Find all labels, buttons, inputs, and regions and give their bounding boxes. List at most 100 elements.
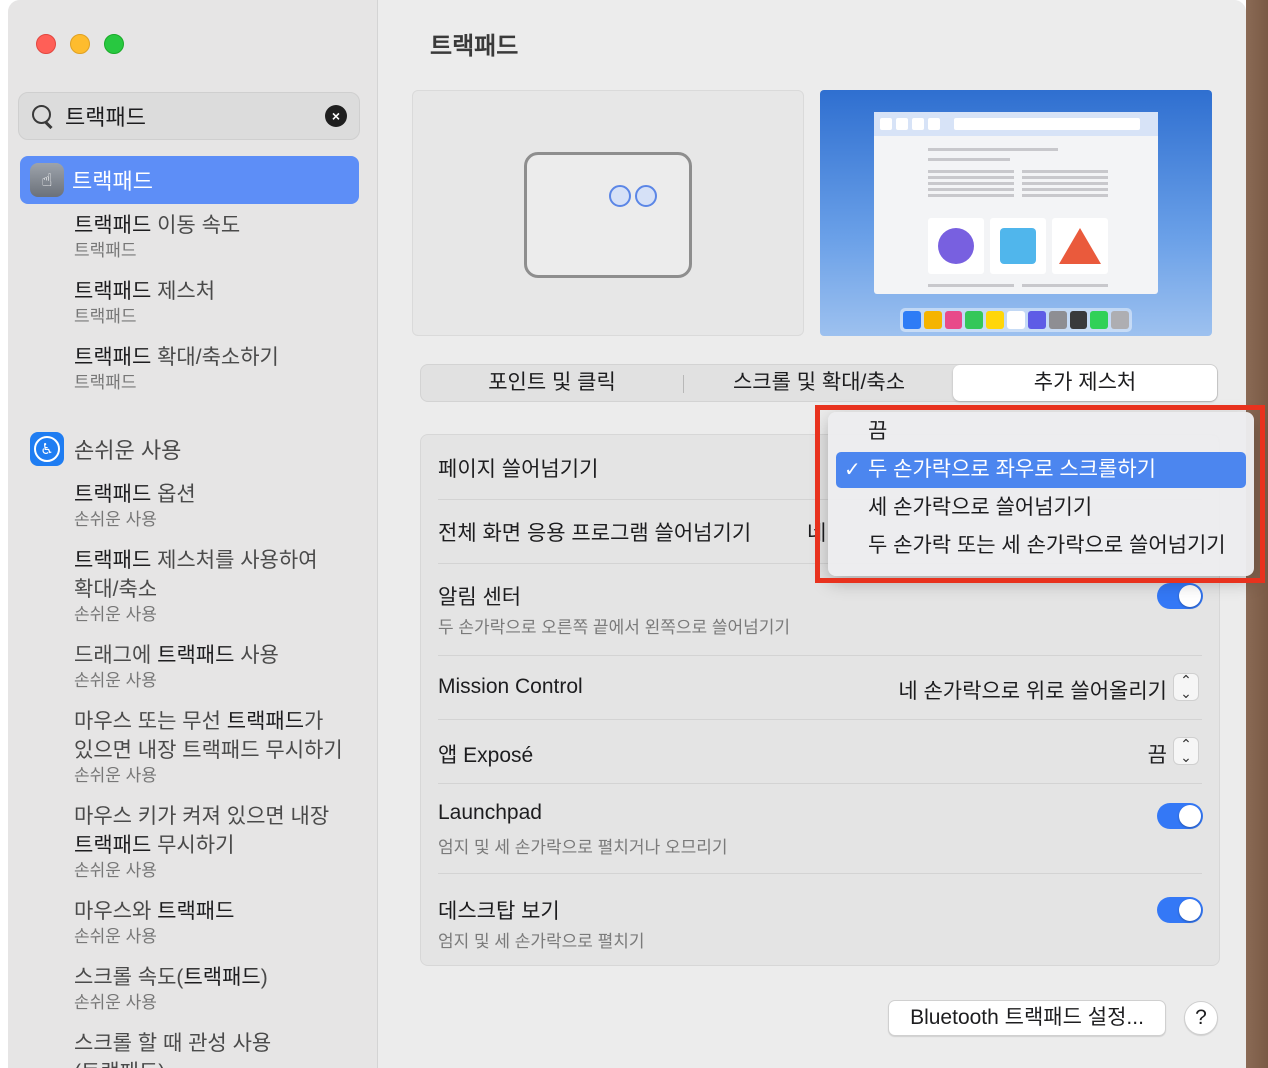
tab-scroll-and-zoom[interactable]: 스크롤 및 확대/축소 — [687, 365, 951, 401]
row-launchpad: Launchpad 엄지 및 세 손가락으로 펼치거나 오므리기 — [421, 783, 1219, 873]
row-label: 알림 센터 — [438, 586, 522, 609]
tab-more-gestures[interactable]: 추가 제스처 — [953, 365, 1217, 401]
chevron-up-down-icon[interactable]: ⌃ ⌄ — [1173, 737, 1199, 765]
row-description: 엄지 및 세 손가락으로 펼치기 — [438, 932, 645, 951]
menu-item-off[interactable]: 끔 — [836, 414, 1246, 450]
search-result-trackpad-gestures[interactable]: 트랙패드 제스처 트랙패드 — [74, 277, 364, 328]
row-label: Mission Control — [438, 675, 583, 698]
search-input[interactable]: 트랙패드 — [65, 100, 146, 132]
search-result-drag-trackpad[interactable]: 드래그에 트랙패드 사용 손쉬운 사용 — [74, 641, 364, 692]
search-result-scroll-inertia[interactable]: 스크롤 할 때 관성 사용 (트랙패드) — [74, 1029, 364, 1068]
result-subtitle: 손쉬운 사용 — [74, 766, 157, 785]
search-field[interactable]: 트랙패드 × — [18, 92, 360, 140]
result-title-match: 트랙패드 — [226, 710, 305, 733]
result-title: 확대/축소하기 — [151, 346, 279, 369]
search-result-zoom-with-gestures[interactable]: 트랙패드 제스처를 사용하여 확대/축소 손쉬운 사용 — [74, 546, 364, 626]
sidebar: 트랙패드 × ☝ 트랙패드 트랙패드 이동 속도 트랙패드 트랙패드 제스처 트… — [8, 0, 378, 1068]
menu-item-two-finger-scroll[interactable]: ✓ 두 손가락으로 좌우로 스크롤하기 — [836, 452, 1246, 488]
bluetooth-trackpad-setup-button[interactable]: Bluetooth 트랙패드 설정... — [888, 1000, 1166, 1036]
show-desktop-toggle[interactable] — [1157, 897, 1203, 923]
search-result-mouse-and-trackpad[interactable]: 마우스와 트랙패드 손쉬운 사용 — [74, 897, 364, 948]
checkmark-icon: ✓ — [844, 459, 861, 481]
accessibility-icon: ♿ — [30, 432, 64, 466]
row-label: 데스크탑 보기 — [438, 900, 560, 923]
result-title: 사용 — [234, 644, 279, 667]
result-title: 제스처를 사용하여 — [151, 549, 318, 572]
result-title-match: 트랙패드 — [74, 549, 152, 572]
result-title-line2: 확대/축소 — [74, 578, 158, 601]
row-app-expose: 앱 Exposé 끔 ⌃ ⌄ — [421, 719, 1219, 783]
sidebar-item-label: 손쉬운 사용 — [74, 438, 182, 463]
clear-search-icon[interactable]: × — [325, 105, 347, 127]
result-title-match: 트랙패드 — [74, 280, 152, 303]
result-subtitle: 트랙패드 — [74, 373, 137, 392]
tab-point-and-click[interactable]: 포인트 및 클릭 — [421, 365, 683, 401]
zoom-window-button[interactable] — [104, 34, 124, 54]
trackpad-illustration — [524, 152, 692, 278]
preview-window-illustration — [874, 112, 1158, 294]
popup-value[interactable]: 네 — [807, 517, 826, 547]
notification-center-toggle[interactable] — [1157, 583, 1203, 609]
result-subtitle: 손쉬운 사용 — [74, 993, 157, 1012]
search-result-scroll-speed[interactable]: 스크롤 속도(트랙패드) 손쉬운 사용 — [74, 963, 364, 1014]
result-title: 무시하기 — [151, 834, 235, 857]
menu-item-two-or-three-finger-swipe[interactable]: 두 손가락 또는 세 손가락으로 쓸어넘기기 — [836, 528, 1246, 564]
row-label: 페이지 쓸어넘기기 — [438, 458, 599, 481]
result-title-match: 트랙패드 — [157, 644, 235, 667]
sidebar-item-label: 트랙패드 — [72, 169, 153, 194]
result-subtitle: 손쉬운 사용 — [74, 861, 157, 880]
gesture-preview-video — [820, 90, 1212, 336]
row-notification-center: 알림 센터 두 손가락으로 오른쪽 끝에서 왼쪽으로 쓸어넘기기 — [421, 563, 1219, 655]
row-show-desktop: 데스크탑 보기 엄지 및 세 손가락으로 펼치기 — [421, 873, 1219, 965]
help-button[interactable]: ? — [1184, 1001, 1218, 1035]
result-title-line2: 있으면 내장 트랙패드 무시하기 — [74, 739, 343, 762]
row-description: 엄지 및 세 손가락으로 펼치거나 오므리기 — [438, 838, 728, 857]
app-expose-popup[interactable]: 끔 — [1148, 739, 1167, 769]
result-title: 스크롤 할 때 관성 사용 — [74, 1032, 272, 1055]
preview-dock-illustration — [900, 308, 1132, 332]
result-title: 스크롤 속도( — [74, 966, 184, 989]
chevron-up-down-icon[interactable]: ⌃ ⌄ — [1173, 673, 1199, 701]
result-title: 제스처 — [151, 280, 216, 303]
result-title-match: 트랙패드 — [157, 900, 235, 923]
result-title: ) — [260, 966, 268, 989]
result-title: 마우스 또는 무선 — [74, 710, 227, 733]
result-subtitle: 손쉬운 사용 — [74, 671, 157, 690]
result-subtitle: 트랙패드 — [74, 241, 137, 260]
mission-control-popup[interactable]: 네 손가락으로 위로 쓸어올리기 — [898, 675, 1167, 705]
menu-item-three-finger-swipe[interactable]: 세 손가락으로 쓸어넘기기 — [836, 490, 1246, 526]
menu-item-label: 끔 — [868, 420, 888, 443]
search-result-trackpad-zoom[interactable]: 트랙패드 확대/축소하기 트랙패드 — [74, 343, 364, 394]
row-description: 두 손가락으로 오른쪽 끝에서 왼쪽으로 쓸어넘기기 — [438, 618, 791, 637]
result-subtitle: 트랙패드 — [74, 307, 137, 326]
search-result-mouse-keys-ignore[interactable]: 마우스 키가 켜져 있으면 내장 트랙패드 무시하기 손쉬운 사용 — [74, 802, 364, 882]
finger-dot-icon — [635, 185, 657, 207]
result-title-match: 트랙패드 — [74, 214, 152, 237]
result-title: 마우스 키가 켜져 있으면 내장 — [74, 805, 330, 828]
result-title: 옵션 — [151, 483, 196, 506]
result-subtitle: 손쉬운 사용 — [74, 605, 157, 624]
close-window-button[interactable] — [36, 34, 56, 54]
menu-item-label: 두 손가락으로 좌우로 스크롤하기 — [868, 458, 1156, 481]
sidebar-item-accessibility[interactable]: ♿ 손쉬운 사용 — [30, 432, 181, 466]
search-result-trackpad-speed[interactable]: 트랙패드 이동 속도 트랙패드 — [74, 211, 364, 262]
result-title: 이동 속도 — [151, 214, 241, 237]
row-label: Launchpad — [438, 801, 542, 824]
minimize-window-button[interactable] — [70, 34, 90, 54]
result-title-line2: (트랙패드) — [74, 1058, 364, 1068]
sidebar-item-trackpad[interactable]: ☝ 트랙패드 — [20, 156, 359, 204]
launchpad-toggle[interactable] — [1157, 803, 1203, 829]
search-icon — [31, 104, 55, 128]
result-title-match: 트랙패드 — [74, 834, 152, 857]
result-subtitle: 손쉬운 사용 — [74, 510, 157, 529]
finger-dot-icon — [609, 185, 631, 207]
search-result-ignore-builtin-trackpad[interactable]: 마우스 또는 무선 트랙패드가 있으면 내장 트랙패드 무시하기 손쉬운 사용 — [74, 707, 364, 787]
result-title-match: 트랙패드 — [183, 966, 261, 989]
menu-item-label: 두 손가락 또는 세 손가락으로 쓸어넘기기 — [868, 534, 1226, 557]
segmented-tabs: 포인트 및 클릭 스크롤 및 확대/축소 추가 제스처 — [420, 364, 1218, 402]
trackpad-preview — [412, 90, 804, 336]
result-title-match: 트랙패드 — [74, 483, 152, 506]
row-label: 앱 Exposé — [438, 744, 534, 767]
search-result-trackpad-options[interactable]: 트랙패드 옵션 손쉬운 사용 — [74, 480, 364, 531]
menu-item-label: 세 손가락으로 쓸어넘기기 — [868, 496, 1093, 519]
